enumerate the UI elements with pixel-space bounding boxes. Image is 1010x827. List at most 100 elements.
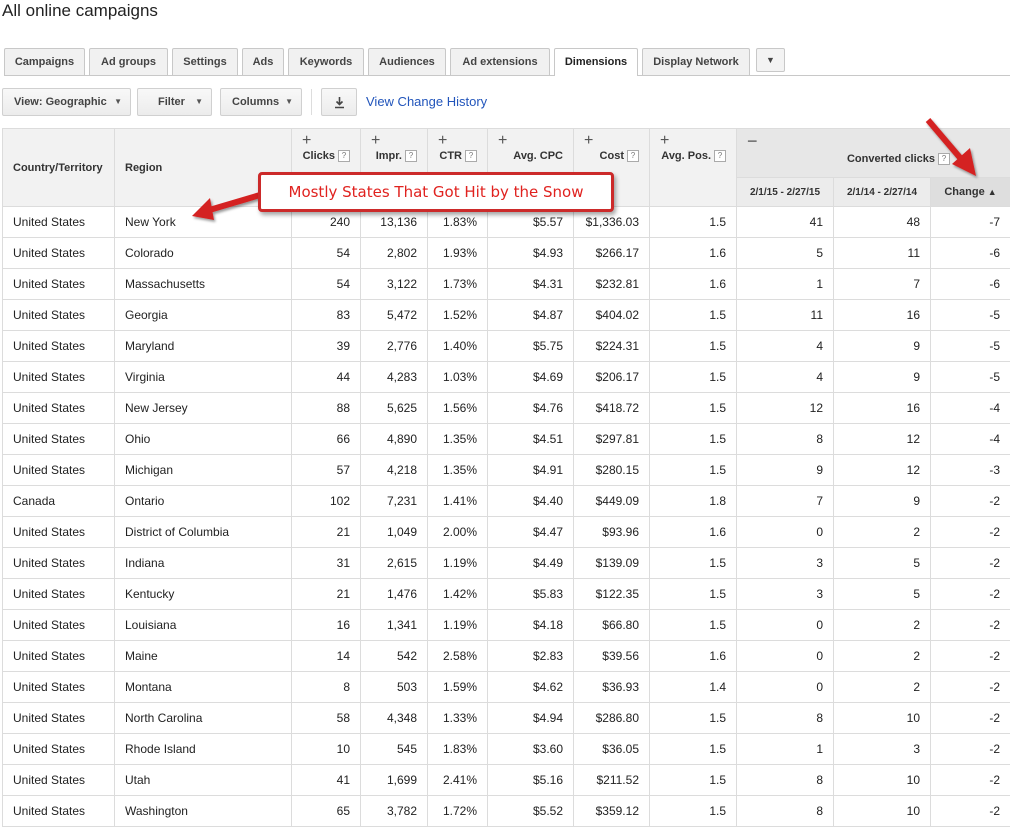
cell-converted-2014: 2 [834, 517, 931, 548]
cell-converted-2014: 16 [834, 393, 931, 424]
cell-cost: $224.31 [574, 331, 650, 362]
cell-impr: 2,802 [361, 238, 428, 269]
tab-audiences[interactable]: Audiences [368, 48, 446, 75]
cell-avg-pos: 1.5 [650, 579, 737, 610]
cell-impr: 3,782 [361, 796, 428, 827]
help-icon[interactable]: ? [627, 150, 639, 162]
chevron-down-icon: ▼ [195, 89, 203, 115]
cell-converted-2014: 11 [834, 238, 931, 269]
cell-impr: 4,890 [361, 424, 428, 455]
table-row: United StatesIndiana312,6151.19%$4.49$13… [3, 548, 1010, 579]
cell-avg-pos: 1.8 [650, 486, 737, 517]
cell-change: -5 [931, 300, 1010, 331]
table-row: United StatesUtah411,6992.41%$5.16$211.5… [3, 765, 1010, 796]
table-row: CanadaOntario1027,2311.41%$4.40$449.091.… [3, 486, 1010, 517]
cell-ctr: 1.19% [428, 610, 488, 641]
cell-ctr: 1.35% [428, 455, 488, 486]
page-title: All online campaigns [2, 0, 158, 22]
cell-converted-2014: 2 [834, 610, 931, 641]
column-header-period-2014[interactable]: 2/1/14 - 2/27/14 [834, 178, 931, 207]
cell-ctr: 1.72% [428, 796, 488, 827]
cell-clicks: 16 [292, 610, 361, 641]
sort-ascending-icon: ▲ [988, 187, 997, 197]
cell-change: -2 [931, 796, 1010, 827]
help-icon[interactable]: ? [405, 150, 417, 162]
cell-avg-cpc: $4.40 [488, 486, 574, 517]
column-header-avg-pos[interactable]: +Avg. Pos.? [650, 129, 737, 207]
cell-country: United States [3, 796, 115, 827]
help-icon[interactable]: ? [465, 150, 477, 162]
cell-converted-2015: 12 [737, 393, 834, 424]
cell-country: United States [3, 393, 115, 424]
view-geographic-dropdown[interactable]: View: Geographic ▼ [2, 88, 131, 116]
expand-icon[interactable]: + [298, 134, 350, 148]
view-change-history-link[interactable]: View Change History [366, 87, 487, 116]
tab-campaigns[interactable]: Campaigns [4, 48, 85, 75]
cell-change: -5 [931, 331, 1010, 362]
expand-icon[interactable]: + [434, 134, 477, 148]
cell-region: Maine [115, 641, 292, 672]
expand-icon[interactable]: + [580, 134, 639, 148]
cell-clicks: 54 [292, 238, 361, 269]
cell-ctr: 1.73% [428, 269, 488, 300]
collapse-icon[interactable]: − [747, 131, 758, 152]
tab-display-network[interactable]: Display Network [642, 48, 750, 75]
cell-avg-cpc: $5.83 [488, 579, 574, 610]
cell-cost: $139.09 [574, 548, 650, 579]
cell-clicks: 83 [292, 300, 361, 331]
cell-converted-2015: 41 [737, 207, 834, 238]
cell-country: United States [3, 455, 115, 486]
cell-converted-2014: 16 [834, 300, 931, 331]
tab-settings[interactable]: Settings [172, 48, 238, 75]
expand-icon[interactable]: + [656, 134, 726, 148]
cell-avg-cpc: $3.60 [488, 734, 574, 765]
cell-region: Washington [115, 796, 292, 827]
cell-converted-2014: 5 [834, 548, 931, 579]
cell-impr: 4,218 [361, 455, 428, 486]
download-button[interactable] [321, 88, 357, 116]
cell-avg-cpc: $4.87 [488, 300, 574, 331]
expand-icon[interactable]: + [367, 134, 417, 148]
help-icon[interactable]: ? [714, 150, 726, 162]
expand-icon[interactable]: + [494, 134, 563, 148]
cell-avg-cpc: $4.93 [488, 238, 574, 269]
cell-avg-pos: 1.5 [650, 703, 737, 734]
cell-converted-2015: 0 [737, 517, 834, 548]
columns-dropdown[interactable]: Columns ▼ [220, 88, 302, 116]
cell-avg-pos: 1.5 [650, 331, 737, 362]
cell-avg-cpc: $4.18 [488, 610, 574, 641]
tab-ad-extensions[interactable]: Ad extensions [450, 48, 550, 75]
cell-converted-2014: 12 [834, 455, 931, 486]
table-row: United StatesKentucky211,4761.42%$5.83$1… [3, 579, 1010, 610]
column-header-country[interactable]: Country/Territory [3, 129, 115, 207]
tab-keywords[interactable]: Keywords [288, 48, 364, 75]
cell-impr: 1,476 [361, 579, 428, 610]
tab-dimensions[interactable]: Dimensions [554, 48, 638, 76]
tab-ad-groups[interactable]: Ad groups [89, 48, 168, 75]
cell-region: Colorado [115, 238, 292, 269]
cell-change: -2 [931, 641, 1010, 672]
cell-change: -6 [931, 269, 1010, 300]
cell-cost: $66.80 [574, 610, 650, 641]
cell-cost: $449.09 [574, 486, 650, 517]
more-tabs-button[interactable]: ▼ [756, 48, 785, 72]
cell-change: -2 [931, 579, 1010, 610]
download-icon [333, 96, 346, 109]
table-row: United StatesMaine145422.58%$2.83$39.561… [3, 641, 1010, 672]
cell-converted-2014: 10 [834, 765, 931, 796]
table-row: United StatesOhio664,8901.35%$4.51$297.8… [3, 424, 1010, 455]
cell-converted-2014: 12 [834, 424, 931, 455]
cell-clicks: 21 [292, 579, 361, 610]
chevron-down-icon: ▼ [285, 89, 293, 115]
cell-country: United States [3, 300, 115, 331]
cell-converted-2015: 0 [737, 672, 834, 703]
cell-converted-2015: 0 [737, 641, 834, 672]
cell-ctr: 1.19% [428, 548, 488, 579]
help-icon[interactable]: ? [338, 150, 350, 162]
filter-dropdown[interactable]: Filter ▼ [137, 88, 212, 116]
tab-ads[interactable]: Ads [242, 48, 284, 75]
annotation-arrow-down [918, 114, 988, 184]
cell-avg-cpc: $5.75 [488, 331, 574, 362]
cell-cost: $359.12 [574, 796, 650, 827]
column-header-period-2015[interactable]: 2/1/15 - 2/27/15 [737, 178, 834, 207]
